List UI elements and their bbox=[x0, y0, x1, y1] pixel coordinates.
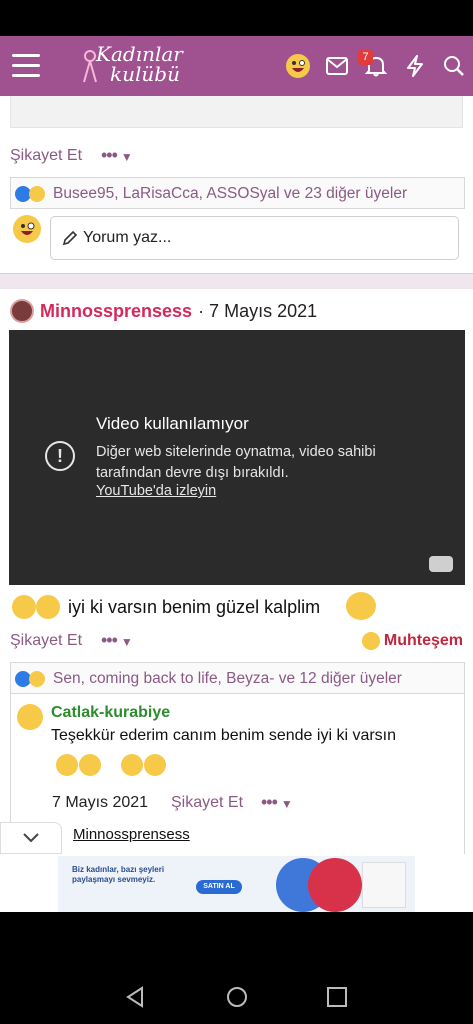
reaction-button[interactable]: Muhteşem bbox=[361, 632, 463, 650]
pencil-icon bbox=[62, 230, 78, 246]
laughing-emoji-icon bbox=[56, 754, 78, 776]
reply-comment: Catlak-kurabiye Teşekkür ederim canım be… bbox=[10, 694, 465, 854]
youtube-link[interactable]: YouTube'da izleyin bbox=[96, 483, 216, 499]
home-icon[interactable] bbox=[225, 985, 249, 1009]
avatar[interactable] bbox=[10, 299, 34, 323]
laughing-emoji-icon bbox=[12, 595, 36, 619]
android-nav-bar bbox=[0, 912, 473, 1024]
comment-placeholder: Yorum yaz... bbox=[83, 229, 172, 246]
love-icon bbox=[29, 186, 45, 202]
back-icon[interactable] bbox=[124, 986, 146, 1008]
advertisement-banner[interactable]: Biz kadınlar, bazı şeyleri paylaşmayı se… bbox=[58, 856, 415, 912]
reply-more-menu[interactable]: ••• ▼ bbox=[261, 792, 293, 813]
ad-buy-button[interactable]: SATIN AL bbox=[196, 880, 242, 894]
laughing-emoji-icon bbox=[36, 595, 60, 619]
ad-text: Biz kadınlar, bazı şeyleri paylaşmayı se… bbox=[72, 865, 165, 884]
alert-icon: ! bbox=[45, 441, 75, 471]
reply-avatar-emoji-icon bbox=[17, 704, 43, 730]
post-header: Minnossprensess · 7 Mayıs 2021 bbox=[10, 298, 317, 324]
post-date[interactable]: · 7 Mayıs 2021 bbox=[198, 301, 317, 322]
logo-text-line1: Kadınlar bbox=[96, 42, 183, 66]
status-bar bbox=[0, 0, 473, 36]
chevron-down-icon bbox=[23, 833, 39, 843]
menu-icon[interactable] bbox=[12, 54, 40, 78]
laughing-emoji-icon bbox=[121, 754, 143, 776]
youtube-icon[interactable] bbox=[429, 556, 453, 572]
reactions-bar-post[interactable]: Sen, coming back to life, Beyza- ve 12 d… bbox=[10, 662, 465, 694]
logo-text-line2: kulübü bbox=[110, 62, 180, 86]
top-navigation-bar: Kadınlar kulübü 7 bbox=[0, 36, 473, 96]
user-avatar-emoji-icon bbox=[13, 215, 41, 243]
reactions-text-previous: Busee95, LaRisaCca, ASSOSyal ve 23 diğer… bbox=[53, 185, 408, 202]
reactions-bar-previous[interactable]: Busee95, LaRisaCca, ASSOSyal ve 23 diğer… bbox=[10, 177, 465, 209]
love-icon bbox=[29, 671, 45, 687]
reply-quote-user[interactable]: Minnossprensess bbox=[73, 826, 190, 843]
video-embed[interactable]: ! Video kullanılamıyor Diğer web siteler… bbox=[9, 330, 465, 585]
more-menu-post[interactable]: ••• ▼ bbox=[101, 630, 133, 651]
reactions-text-post: Sen, coming back to life, Beyza- ve 12 d… bbox=[53, 670, 402, 687]
post-separator bbox=[0, 273, 473, 289]
video-title: Video kullanılamıyor bbox=[96, 414, 249, 433]
collapse-button[interactable] bbox=[0, 822, 62, 854]
more-menu-previous[interactable]: ••• ▼ bbox=[101, 145, 133, 166]
laughing-emoji-icon bbox=[79, 754, 101, 776]
reply-text: Teşekkür ederim canım benim sende iyi ki… bbox=[51, 727, 397, 744]
laughing-emoji-icon bbox=[144, 754, 166, 776]
report-link-post[interactable]: Şikayet Et bbox=[10, 632, 82, 650]
mail-icon[interactable] bbox=[323, 52, 351, 80]
post-text: iyi ki varsın benim güzel kalplim bbox=[68, 597, 321, 617]
previous-post-content bbox=[0, 96, 473, 136]
app-viewport: Kadınlar kulübü 7 Şikayet Et ••• ▼ Busee… bbox=[0, 36, 473, 912]
video-description: Diğer web sitelerinde oynatma, video sah… bbox=[96, 444, 376, 481]
search-icon[interactable] bbox=[440, 52, 468, 80]
hug-emoji-icon bbox=[346, 592, 376, 620]
recents-icon[interactable] bbox=[326, 986, 348, 1008]
ad-circle-red bbox=[308, 858, 362, 912]
smiley-icon[interactable] bbox=[284, 52, 312, 80]
reply-report-link[interactable]: Şikayet Et bbox=[171, 794, 243, 812]
lightning-icon[interactable] bbox=[401, 52, 429, 80]
notification-badge: 7 bbox=[358, 50, 373, 65]
post-username[interactable]: Minnossprensess bbox=[40, 301, 192, 322]
ad-product-image bbox=[362, 862, 406, 908]
reply-date[interactable]: 7 Mayıs 2021 bbox=[52, 794, 148, 812]
site-logo[interactable]: Kadınlar kulübü bbox=[80, 42, 190, 90]
heart-eyes-icon bbox=[361, 632, 380, 650]
report-link-previous[interactable]: Şikayet Et bbox=[10, 147, 82, 165]
reply-username[interactable]: Catlak-kurabiye bbox=[51, 704, 170, 722]
comment-input[interactable]: Yorum yaz... bbox=[50, 216, 459, 260]
